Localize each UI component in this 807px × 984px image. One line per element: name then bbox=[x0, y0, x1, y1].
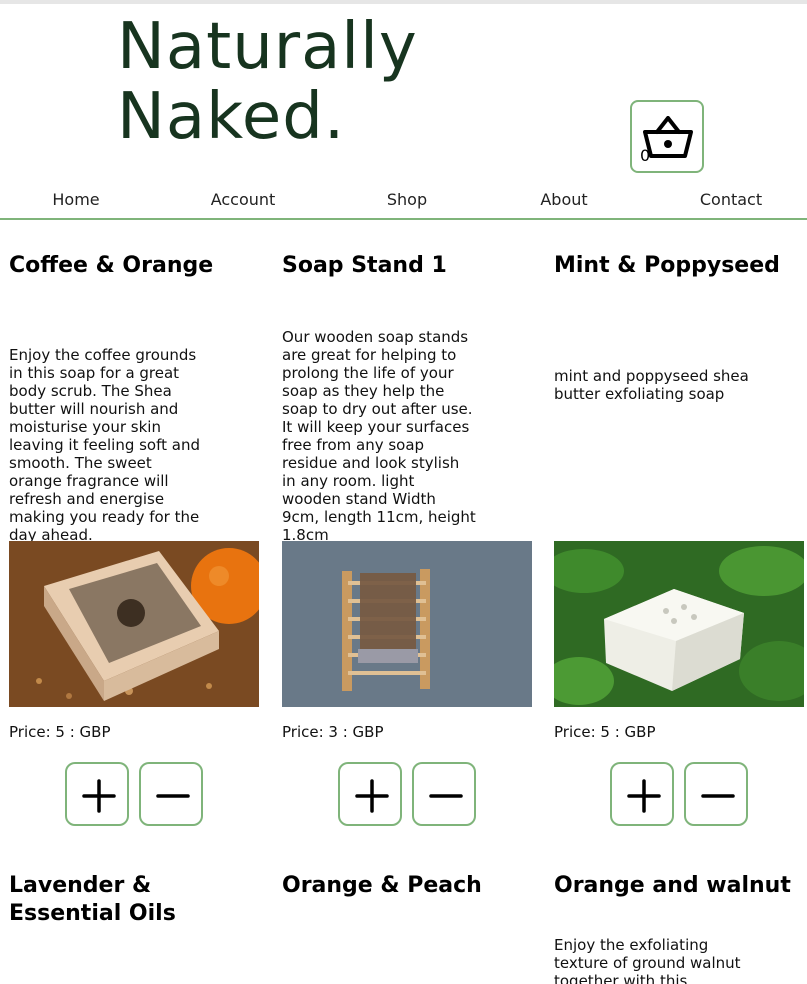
product-title: Orange and walnut bbox=[554, 873, 791, 898]
brand-line-2: Naked. bbox=[117, 80, 346, 154]
product-title: Lavender & Essential Oils bbox=[9, 873, 176, 926]
product-card-coffee-orange: Coffee & Orange bbox=[9, 252, 264, 280]
basket-icon bbox=[643, 116, 693, 158]
product-title: Soap Stand 1 bbox=[282, 253, 447, 278]
nav-shop[interactable]: Shop bbox=[387, 188, 427, 212]
product-title: Mint & Poppyseed bbox=[554, 253, 780, 278]
remove-from-cart-button[interactable] bbox=[684, 762, 748, 826]
remove-from-cart-button[interactable] bbox=[412, 762, 476, 826]
nav-account[interactable]: Account bbox=[211, 188, 276, 212]
plus-icon bbox=[355, 779, 389, 813]
add-to-cart-button[interactable] bbox=[65, 762, 129, 826]
add-to-cart-button[interactable] bbox=[338, 762, 402, 826]
product-description: mint and poppyseed shea butter exfoliati… bbox=[554, 367, 749, 403]
product-price: Price: 3 : GBP bbox=[282, 723, 384, 741]
main-nav: Home Account Shop About Contact bbox=[0, 188, 807, 218]
product-description: Enjoy the exfoliating texture of ground … bbox=[554, 936, 741, 984]
product-title: Coffee & Orange bbox=[9, 253, 214, 278]
nav-divider bbox=[0, 218, 807, 220]
product-card-lavender: Lavender & Essential Oils bbox=[9, 872, 259, 928]
product-image-soap-stand[interactable] bbox=[282, 541, 532, 707]
remove-from-cart-button[interactable] bbox=[139, 762, 203, 826]
nav-home[interactable]: Home bbox=[52, 188, 99, 212]
product-card-orange-walnut: Orange and walnut bbox=[554, 872, 806, 900]
product-description: Enjoy the coffee grounds in this soap fo… bbox=[9, 346, 200, 544]
cart-count: 0 bbox=[640, 146, 651, 165]
brand-logo[interactable]: Naturally Naked. bbox=[117, 12, 418, 152]
minus-icon bbox=[701, 794, 735, 798]
cart-button[interactable]: 0 bbox=[630, 100, 704, 173]
product-card-soap-stand: Soap Stand 1 bbox=[282, 252, 537, 280]
product-price: Price: 5 : GBP bbox=[9, 723, 111, 741]
product-card-mint-poppyseed: Mint & Poppyseed bbox=[554, 252, 807, 280]
minus-icon bbox=[156, 794, 190, 798]
brand-line-1: Naturally bbox=[117, 10, 418, 84]
product-description: Our wooden soap stands are great for hel… bbox=[282, 328, 476, 544]
add-to-cart-button[interactable] bbox=[610, 762, 674, 826]
product-image-mint-poppyseed-soap[interactable] bbox=[554, 541, 804, 707]
product-card-orange-peach: Orange & Peach bbox=[282, 872, 537, 900]
product-title: Orange & Peach bbox=[282, 873, 482, 898]
minus-icon bbox=[429, 794, 463, 798]
product-image-coffee-orange-soap[interactable] bbox=[9, 541, 259, 707]
plus-icon bbox=[627, 779, 661, 813]
product-price: Price: 5 : GBP bbox=[554, 723, 656, 741]
top-border bbox=[0, 0, 807, 4]
nav-contact[interactable]: Contact bbox=[700, 188, 762, 212]
nav-about[interactable]: About bbox=[540, 188, 587, 212]
plus-icon bbox=[82, 779, 116, 813]
